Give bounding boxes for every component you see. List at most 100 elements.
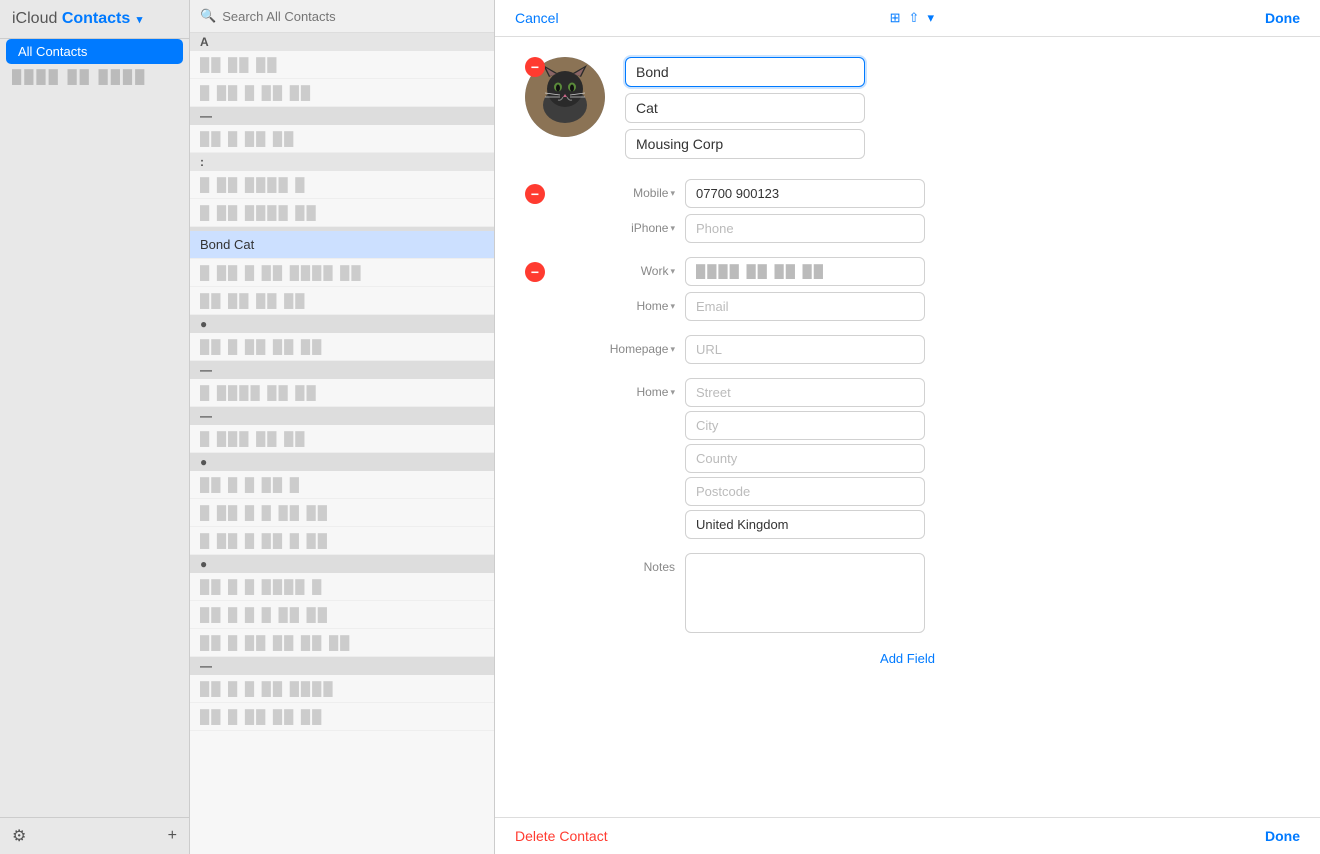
list-item[interactable]: █ ██ █ ██ ████ ██	[190, 259, 494, 287]
mobile-label: Mobile	[633, 186, 668, 200]
address-block	[685, 378, 925, 539]
section-header-dash1: —	[190, 107, 494, 125]
iphone-label: iPhone	[631, 221, 668, 235]
mobile-input[interactable]	[685, 179, 925, 208]
home-email-chevron: ▾	[670, 301, 675, 312]
work-email-chevron: ▾	[670, 266, 675, 277]
homepage-label: Homepage	[610, 342, 669, 356]
homepage-chevron: ▾	[670, 344, 675, 355]
work-email-label-dropdown[interactable]: Work ▾	[641, 264, 675, 278]
mobile-label-dropdown[interactable]: Mobile ▾	[633, 186, 675, 200]
homepage-input[interactable]	[685, 335, 925, 364]
detail-panel: Cancel ⊞ ⇧ ▾ Done	[495, 0, 1320, 854]
share-icon[interactable]: ⇧	[909, 10, 920, 26]
list-item[interactable]: █ ██ █ ██ █ ██	[190, 527, 494, 555]
list-item[interactable]: █ ██ ████ █	[190, 171, 494, 199]
add-contact-button[interactable]: +	[168, 826, 177, 846]
work-email-input[interactable]	[685, 257, 925, 286]
icloud-label: iCloud	[12, 10, 57, 27]
list-item[interactable]: █ ███ ██ ██	[190, 425, 494, 453]
done-footer-button[interactable]: Done	[1265, 828, 1300, 844]
delete-contact-button[interactable]: Delete Contact	[515, 828, 608, 844]
notes-label: Notes	[644, 560, 675, 574]
cancel-button[interactable]: Cancel	[515, 10, 559, 26]
list-item[interactable]: ██ ██ ██	[190, 51, 494, 79]
section-header-dash4: —	[190, 657, 494, 675]
homepage-row: Homepage ▾	[525, 335, 1290, 364]
county-input[interactable]	[685, 444, 925, 473]
country-input[interactable]	[685, 510, 925, 539]
list-item[interactable]: ██ ██ ██ ██	[190, 287, 494, 315]
iphone-input[interactable]	[685, 214, 925, 243]
remove-photo-button[interactable]: −	[525, 57, 545, 77]
done-button[interactable]: Done	[1265, 10, 1300, 26]
list-item[interactable]: ██ █ ██ ██ ██	[190, 703, 494, 731]
company-input[interactable]	[625, 129, 865, 159]
list-item[interactable]: █ ████ ██ ██	[190, 379, 494, 407]
section-header-dash2: —	[190, 361, 494, 379]
grid-icon[interactable]: ⊞	[890, 10, 901, 26]
sidebar-item-blurred[interactable]: ████ ██ ████	[0, 64, 189, 89]
home-address-label-dropdown[interactable]: Home ▾	[636, 385, 675, 399]
section-header-dot3: ●	[190, 555, 494, 573]
search-bar: 🔍	[190, 0, 494, 33]
list-item[interactable]: █ ██ █ ██ ██	[190, 79, 494, 107]
add-field-row: Add Field	[525, 639, 1290, 678]
iphone-row: iPhone ▾	[525, 214, 1290, 243]
settings-button[interactable]: ⚙	[12, 826, 26, 846]
search-icon: 🔍	[200, 8, 216, 24]
postcode-input[interactable]	[685, 477, 925, 506]
name-fields	[625, 57, 1290, 159]
contacts-dropdown-arrow[interactable]: ▾	[137, 14, 143, 26]
avatar-wrapper: −	[525, 57, 605, 137]
home-address-label-area: Home ▾	[555, 378, 675, 399]
first-name-input[interactable]	[625, 57, 865, 87]
contact-list: 🔍 A ██ ██ ██ █ ██ █ ██ ██ — ██ █ ██ ██ :…	[190, 0, 495, 854]
work-email-row: − Work ▾	[525, 257, 1290, 286]
list-item[interactable]: ██ █ █ ████ █	[190, 573, 494, 601]
list-item[interactable]: ██ █ ██ ██ ██	[190, 333, 494, 361]
add-field-button[interactable]: Add Field	[880, 651, 935, 666]
work-email-label: Work	[641, 264, 669, 278]
notes-label-area: Notes	[555, 553, 675, 574]
list-item[interactable]: █ ██ ████ ██	[190, 199, 494, 227]
list-item[interactable]: ██ █ █ ██ █	[190, 471, 494, 499]
app-header: iCloud Contacts ▾	[0, 0, 189, 39]
homepage-label-dropdown[interactable]: Homepage ▾	[610, 342, 675, 356]
section-header-dot2: ●	[190, 453, 494, 471]
detail-header: Cancel ⊞ ⇧ ▾ Done	[495, 0, 1320, 37]
section-header-colon: :	[190, 153, 494, 171]
list-item[interactable]: ██ █ ██ ██	[190, 125, 494, 153]
iphone-label-dropdown[interactable]: iPhone ▾	[631, 221, 675, 235]
list-item[interactable]: ██ █ ██ ██ ██ ██	[190, 629, 494, 657]
home-address-label: Home	[636, 385, 668, 399]
section-header-a: A	[190, 33, 494, 51]
last-name-input[interactable]	[625, 93, 865, 123]
more-icon[interactable]: ▾	[927, 10, 934, 26]
notes-input[interactable]	[685, 553, 925, 633]
home-email-label-dropdown[interactable]: Home ▾	[636, 299, 675, 313]
search-input[interactable]	[222, 9, 484, 24]
header-icons: ⊞ ⇧ ▾	[890, 10, 934, 26]
list-item[interactable]: ██ █ █ ██ ████	[190, 675, 494, 703]
iphone-chevron: ▾	[670, 223, 675, 234]
homepage-label-area: Homepage ▾	[555, 335, 675, 356]
city-input[interactable]	[685, 411, 925, 440]
remove-mobile-button[interactable]: −	[525, 184, 545, 204]
list-item[interactable]: ██ █ █ █ ██ ██	[190, 601, 494, 629]
street-input[interactable]	[685, 378, 925, 407]
remove-work-email-button[interactable]: −	[525, 262, 545, 282]
home-address-row: Home ▾	[525, 378, 1290, 539]
home-email-input[interactable]	[685, 292, 925, 321]
contact-list-body: A ██ ██ ██ █ ██ █ ██ ██ — ██ █ ██ ██ : █…	[190, 33, 494, 854]
list-item-bond-cat[interactable]: Bond Cat	[190, 231, 494, 259]
alpha-index	[999, 40, 1015, 854]
sidebar-item-all-contacts[interactable]: All Contacts	[6, 39, 183, 64]
home-address-chevron: ▾	[670, 387, 675, 398]
sidebar-footer: ⚙ +	[0, 817, 189, 854]
home-email-label: Home	[636, 299, 668, 313]
list-item[interactable]: █ ██ █ █ ██ ██	[190, 499, 494, 527]
work-email-label-area: Work ▾	[555, 257, 675, 278]
notes-row: Notes	[525, 553, 1290, 633]
contacts-label: Contacts	[62, 10, 130, 27]
